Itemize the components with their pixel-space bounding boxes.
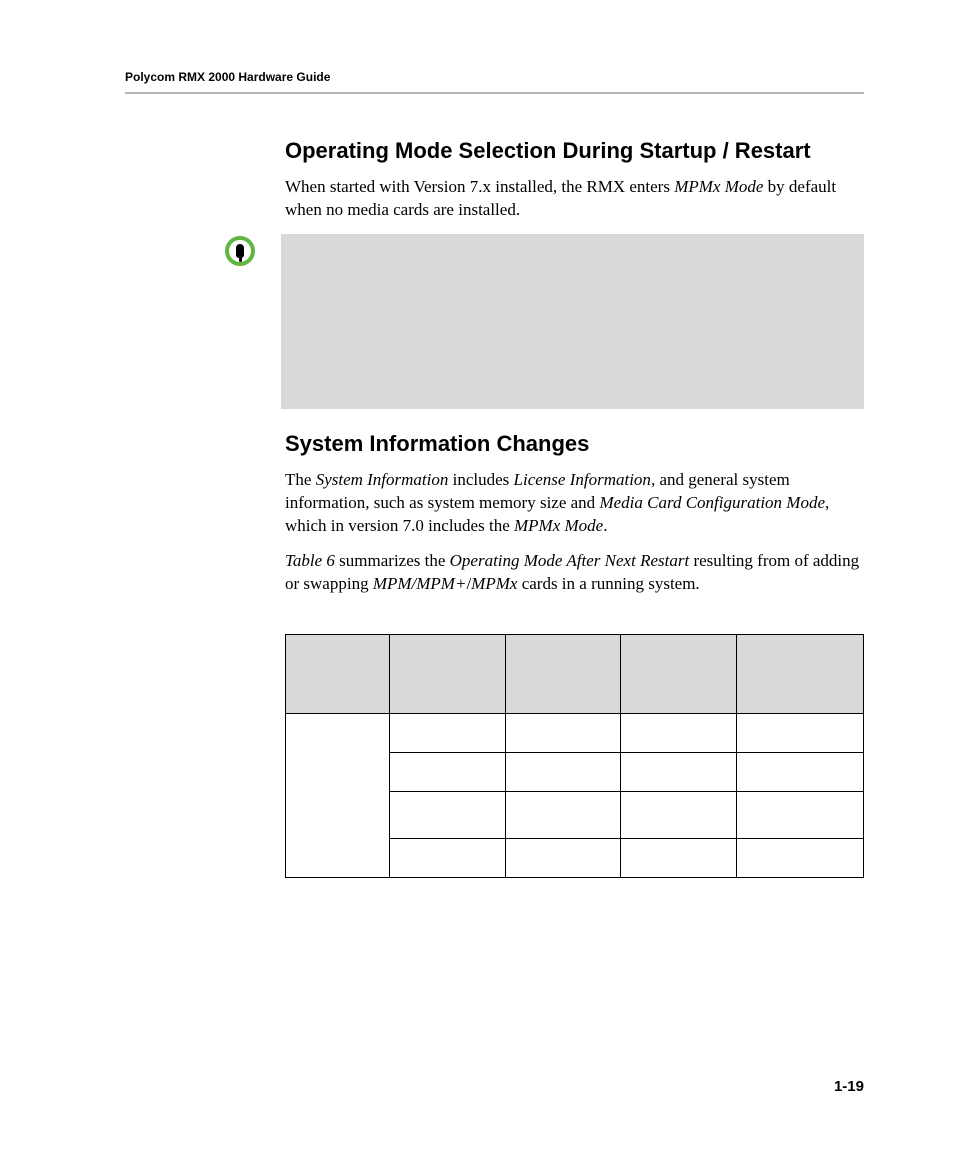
text-em: MPM/MPM+: [373, 574, 467, 593]
table-cell: [736, 838, 863, 877]
text-fragment: includes: [448, 470, 513, 489]
table-header-row: [286, 634, 864, 713]
text-em: License Information: [514, 470, 651, 489]
table-row: [286, 713, 864, 752]
table-cell: [505, 791, 621, 838]
text-fragment: .: [603, 516, 607, 535]
table-header-cell: [736, 634, 863, 713]
note-icon-container: [225, 234, 281, 409]
para-system-info-2: Table 6 summarizes the Operating Mode Af…: [285, 550, 864, 596]
table-cell: [505, 713, 621, 752]
note-block: [225, 234, 864, 409]
table-rowhead-cell: [286, 713, 390, 877]
table-header-cell: [286, 634, 390, 713]
heading-system-info: System Information Changes: [285, 431, 864, 457]
table-cell: [390, 838, 506, 877]
table-header-cell: [390, 634, 506, 713]
text-em: Media Card Configuration Mode: [599, 493, 825, 512]
table-cell: [390, 713, 506, 752]
table-cell: [736, 752, 863, 791]
table-cell: [390, 752, 506, 791]
para-system-info-1: The System Information includes License …: [285, 469, 864, 538]
text-em: Table 6: [285, 551, 335, 570]
heading-operating-mode: Operating Mode Selection During Startup …: [285, 138, 864, 164]
table-cell: [736, 713, 863, 752]
text-em-mpmx: MPMx Mode: [674, 177, 763, 196]
text-fragment: cards in a running system.: [517, 574, 699, 593]
table-header-cell: [621, 634, 737, 713]
table-cell: [390, 791, 506, 838]
page-number: 1-19: [834, 1078, 864, 1095]
note-box: [281, 234, 864, 409]
table-cell: [621, 752, 737, 791]
table-cell: [505, 838, 621, 877]
text-em: MPMx Mode: [514, 516, 603, 535]
text-fragment: When started with Version 7.x installed,…: [285, 177, 674, 196]
table-header-cell: [505, 634, 621, 713]
table-cell: [621, 791, 737, 838]
pin-icon: [225, 236, 255, 266]
table-cell: [505, 752, 621, 791]
text-em: System Information: [316, 470, 449, 489]
text-fragment: summarizes the: [335, 551, 450, 570]
running-header: Polycom RMX 2000 Hardware Guide: [125, 70, 864, 84]
text-em: Operating Mode After Next Restart: [450, 551, 690, 570]
para-operating-mode: When started with Version 7.x installed,…: [285, 176, 864, 222]
table-cell: [621, 838, 737, 877]
table-cell: [736, 791, 863, 838]
text-em: MPMx: [471, 574, 517, 593]
text-fragment: The: [285, 470, 316, 489]
table-cell: [621, 713, 737, 752]
mode-table: [285, 634, 864, 878]
header-rule: [125, 92, 864, 94]
